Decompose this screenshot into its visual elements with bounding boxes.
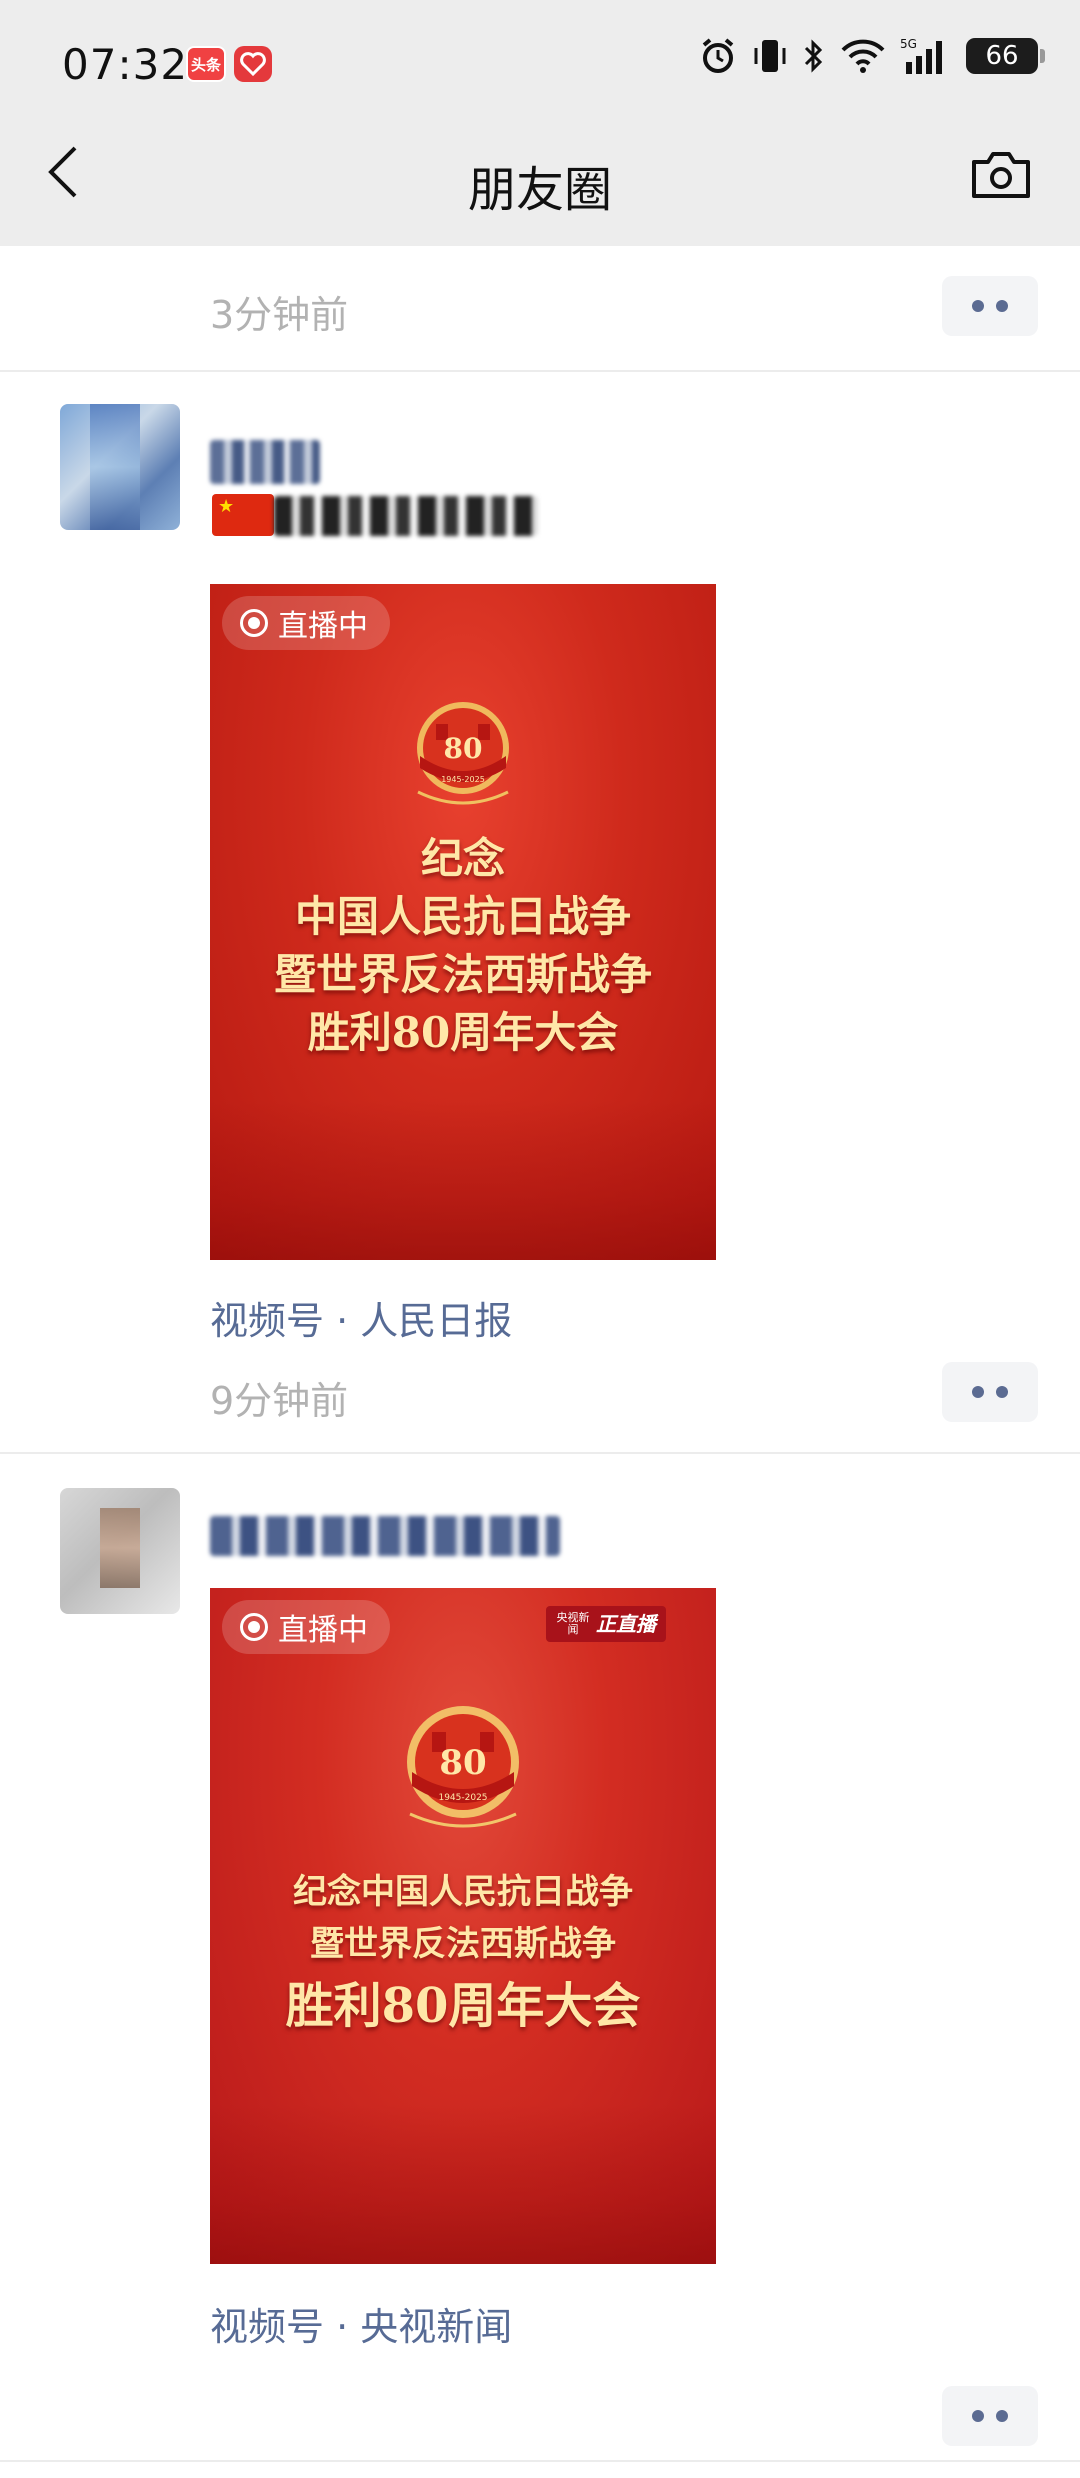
vibrate-icon — [754, 40, 786, 72]
post-more-button[interactable] — [942, 276, 1038, 336]
feed-post: 直播中 80 1945-2025 纪念 中国人民抗日战争 暨世界反法西斯战争 胜… — [0, 372, 1080, 1454]
video-title: 纪念 中国人民抗日战争 暨世界反法西斯战争 胜利80周年大会 — [210, 830, 716, 1062]
live-label: 直播中 — [278, 1613, 368, 1648]
camera-icon — [972, 152, 1030, 198]
top-bar: 07:32 头条 5G 66 朋友圈 — [0, 0, 1080, 246]
dot-icon — [972, 300, 984, 312]
video-title-line: 纪念 — [420, 834, 505, 883]
status-icons: 5G 66 — [698, 36, 1045, 76]
avatar[interactable] — [60, 1488, 180, 1614]
hills-decoration — [210, 2104, 716, 2264]
avatar[interactable] — [60, 404, 180, 530]
live-label: 直播中 — [278, 609, 368, 644]
dot-icon — [972, 1386, 984, 1398]
video-title-line: 纪念中国人民抗日战争 — [293, 1872, 633, 1912]
dot-icon — [996, 2410, 1008, 2422]
nickname-redacted[interactable] — [210, 1516, 560, 1556]
feed-post: 3分钟前 — [0, 246, 1080, 372]
post-more-button[interactable] — [942, 1362, 1038, 1422]
cctv-news-logo: 央视新闻 正直播 — [546, 1606, 666, 1642]
status-time: 07:32 — [62, 40, 189, 89]
video-title-line: 暨世界反法西斯战争 — [273, 950, 652, 999]
battery-icon: 66 — [966, 38, 1045, 74]
emblem-years: 1945-2025 — [438, 1793, 487, 1803]
video-card[interactable]: 直播中 80 1945-2025 纪念 中国人民抗日战争 暨世界反法西斯战争 胜… — [210, 584, 716, 1260]
live-badge: 直播中 — [222, 596, 390, 650]
moments-feed: 3分钟前 直播中 80 1945-2025 — [0, 246, 1080, 2462]
hills-decoration — [210, 1100, 716, 1260]
feed-post: 直播中 央视新闻 正直播 80 1945-2025 纪念中国人民抗日战争 暨世界… — [0, 1454, 1080, 2462]
china-flag-icon — [212, 494, 274, 536]
channel-source-link[interactable]: 视频号 · 央视新闻 — [210, 2296, 512, 2351]
dot-icon — [996, 300, 1008, 312]
cellular-signal-icon: 5G — [900, 37, 942, 74]
wifi-icon — [841, 39, 885, 73]
anniversary-emblem-icon: 80 1945-2025 — [407, 1706, 519, 1828]
video-title-line: 中国人民抗日战争 — [294, 892, 631, 941]
cctv-logo-small: 央视新闻 — [556, 1610, 590, 1636]
emblem-years: 1945-2025 — [441, 775, 485, 784]
dot-icon — [996, 1386, 1008, 1398]
page-title: 朋友圈 — [467, 162, 612, 218]
video-title-line: 胜利80周年大会 — [307, 1008, 619, 1057]
bluetooth-icon — [804, 39, 823, 73]
post-time: 9分钟前 — [210, 1379, 349, 1423]
video-card[interactable]: 直播中 央视新闻 正直播 80 1945-2025 纪念中国人民抗日战争 暨世界… — [210, 1588, 716, 2264]
alarm-icon — [702, 38, 734, 73]
live-badge: 直播中 — [222, 1600, 390, 1654]
nickname-redacted[interactable] — [210, 440, 320, 484]
channel-source-link[interactable]: 视频号 · 人民日报 — [210, 1290, 512, 1345]
video-title-line: 胜利80周年大会 — [285, 1978, 641, 2034]
emblem-number: 80 — [444, 732, 483, 765]
emblem-number: 80 — [439, 1743, 486, 1783]
anniversary-emblem-icon: 80 1945-2025 — [417, 702, 509, 805]
app-notification-icon — [234, 46, 272, 82]
post-text-redacted — [274, 496, 538, 536]
video-title-line: 暨世界反法西斯战争 — [310, 1924, 616, 1964]
dot-icon — [972, 2410, 984, 2422]
cctv-logo-big: 正直播 — [596, 1612, 656, 1636]
video-title: 纪念中国人民抗日战争 暨世界反法西斯战争 胜利80周年大会 — [210, 1866, 716, 2042]
camera-button[interactable] — [970, 146, 1032, 202]
live-icon — [240, 609, 268, 637]
live-icon — [240, 1613, 268, 1641]
toutiao-notification-icon: 头条 — [186, 46, 226, 82]
svg-text:5G: 5G — [900, 37, 917, 51]
post-time: 3分钟前 — [210, 293, 349, 337]
post-more-button[interactable] — [942, 2386, 1038, 2446]
